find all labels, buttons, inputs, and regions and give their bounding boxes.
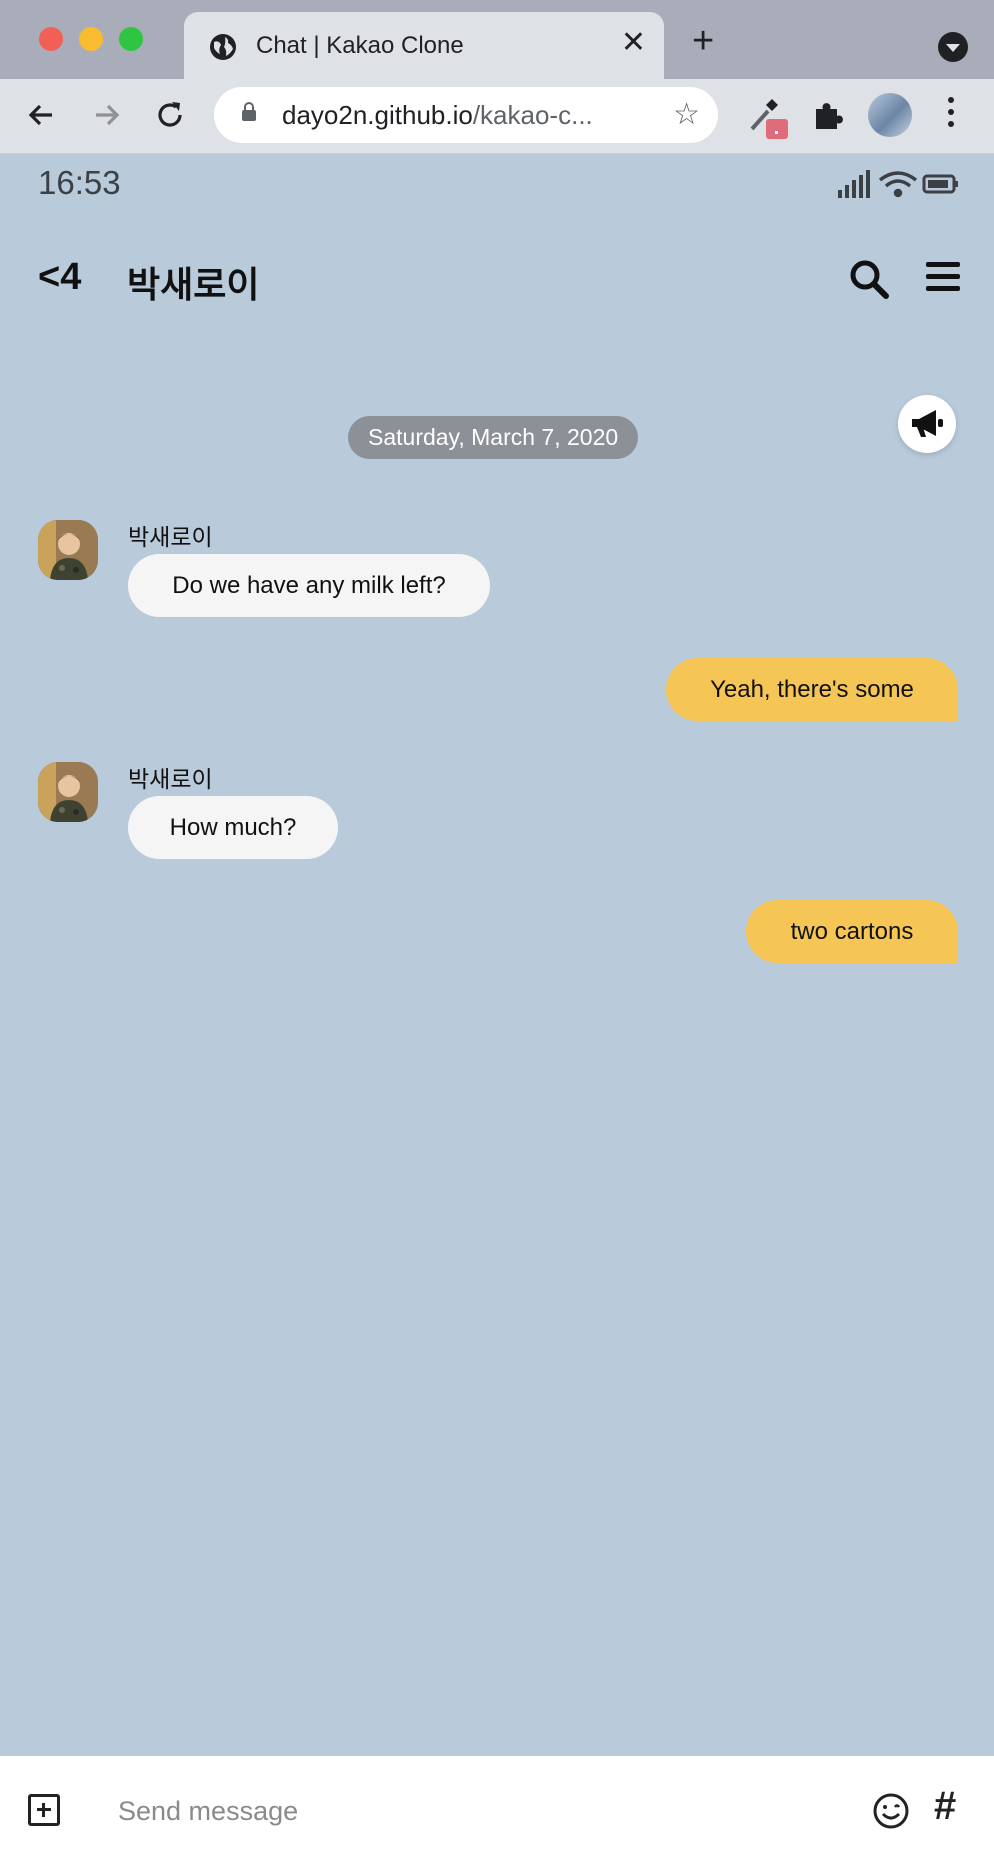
hashtag-button[interactable]: # — [934, 1784, 956, 1829]
incoming-message-bubble[interactable]: Do we have any milk left? — [128, 554, 490, 617]
sender-name: 박새로이 — [128, 766, 213, 792]
extensions-puzzle-icon[interactable] — [808, 95, 848, 135]
status-icons — [838, 170, 958, 198]
avatar[interactable] — [38, 520, 98, 580]
message-input[interactable] — [116, 1788, 840, 1834]
tab-title: Chat | Kakao Clone — [256, 32, 464, 59]
url-host: dayo2n.github.io — [282, 100, 473, 130]
signal-icon — [838, 170, 870, 198]
date-divider: Saturday, March 7, 2020 — [348, 416, 639, 459]
lock-icon — [242, 102, 256, 121]
globe-icon — [210, 34, 236, 60]
status-time: 16:53 — [38, 164, 121, 201]
add-attachment-icon[interactable] — [28, 1794, 60, 1826]
minimize-window-button[interactable] — [79, 27, 103, 51]
url-text: dayo2n.github.io/kakao-c... — [282, 100, 593, 131]
avatar[interactable] — [38, 762, 98, 822]
megaphone-icon — [912, 410, 943, 437]
battery-icon — [922, 174, 958, 194]
search-icon[interactable] — [848, 258, 890, 300]
wifi-icon — [878, 171, 918, 198]
profile-photo — [38, 520, 98, 580]
profile-photo — [38, 762, 98, 822]
url-path: /kakao-c... — [472, 100, 593, 130]
new-tab-button[interactable]: + — [692, 22, 714, 60]
browser-tab-bar: Chat | Kakao Clone ✕ + — [0, 0, 994, 79]
back-button[interactable]: <4 — [38, 256, 81, 299]
tab-search-icon[interactable] — [938, 32, 968, 62]
tab-close-icon[interactable]: ✕ — [621, 28, 646, 58]
forward-arrow-icon[interactable] — [86, 95, 126, 135]
outgoing-message-bubble[interactable]: two cartons — [746, 900, 958, 963]
browser-toolbar: dayo2n.github.io/kakao-c... ☆ — [0, 79, 994, 154]
chat-title: 박새로이 — [127, 264, 260, 305]
bookmark-star-icon[interactable]: ☆ — [673, 97, 700, 132]
outgoing-message-bubble[interactable]: Yeah, there's some — [666, 658, 958, 721]
back-arrow-icon[interactable] — [22, 95, 62, 135]
maximize-window-button[interactable] — [119, 27, 143, 51]
incoming-message-bubble[interactable]: How much? — [128, 796, 338, 859]
browser-menu-icon[interactable] — [948, 97, 956, 133]
sender-name: 박새로이 — [128, 524, 213, 550]
close-window-button[interactable] — [39, 27, 63, 51]
emoji-icon[interactable] — [872, 1792, 910, 1830]
eyedropper-extension-icon[interactable] — [744, 95, 790, 141]
announcement-button[interactable] — [898, 395, 956, 453]
browser-tab[interactable]: Chat | Kakao Clone ✕ — [184, 12, 664, 79]
menu-icon[interactable] — [926, 262, 960, 292]
message-composer: # — [0, 1756, 994, 1864]
reload-icon[interactable] — [150, 95, 190, 135]
profile-avatar[interactable] — [868, 93, 912, 137]
address-bar[interactable]: dayo2n.github.io/kakao-c... ☆ — [214, 87, 718, 143]
